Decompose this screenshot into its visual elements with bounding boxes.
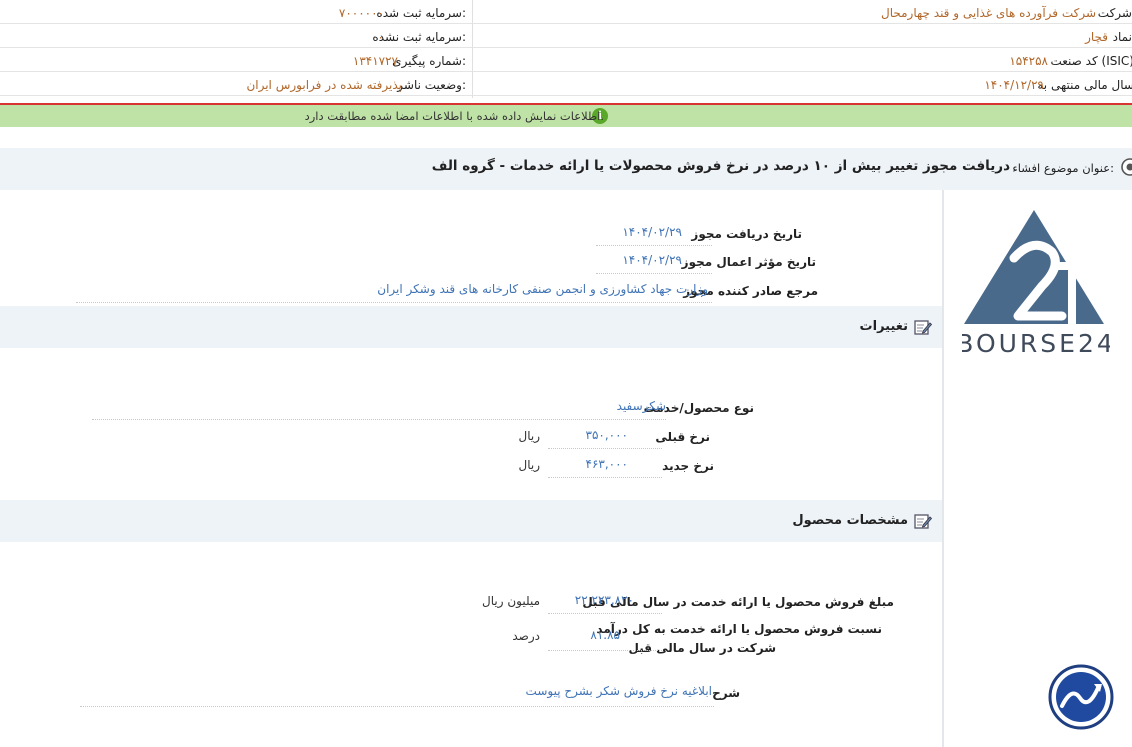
isic-value: ۱۵۴۲۵۸ — [1009, 54, 1048, 68]
fiscal-label: سال مالی منتهی به: — [1037, 78, 1132, 92]
symbol-label: نماد: — [1112, 30, 1132, 44]
edit-icon — [914, 320, 932, 335]
effective-date-value: ۱۴۰۴/۰۲/۲۹ — [622, 253, 682, 267]
effective-date-label: تاریخ مؤثر اعمال مجوز — [681, 255, 816, 269]
new-rate-label: نرخ جدید — [662, 459, 714, 473]
status-label: وضعیت ناشر: — [397, 78, 466, 92]
sales-unit: میلیون ریال — [482, 594, 540, 608]
field-underline — [92, 419, 666, 420]
edit-icon — [914, 514, 932, 529]
company-value[interactable]: شرکت فرآورده های غذایی و قند چهارمحال — [881, 6, 1096, 20]
tracking-label: شماره پیگیری: — [392, 54, 466, 68]
unreg-capital-value: ۰ — [377, 30, 384, 44]
verification-notice-text: اطلاعات نمایش داده شده با اطلاعات امضا ش… — [304, 109, 604, 123]
receive-date-value: ۱۴۰۴/۰۲/۲۹ — [622, 225, 682, 239]
capital-value: ۷۰۰۰۰۰۰ — [338, 6, 384, 20]
field-underline — [76, 302, 712, 303]
symbol-value[interactable]: قچار — [1085, 30, 1108, 44]
changes-title: تغییرات — [859, 319, 908, 334]
field-underline — [548, 477, 662, 478]
status-value: پذیرفته شده در فرابورس ایران — [246, 78, 402, 92]
tracking-value: ۱۳۴۱۷۲۷ — [352, 54, 398, 68]
subject-title: دریافت مجوز تغییر بیش از ۱۰ درصد در نرخ … — [431, 158, 1010, 174]
receive-date-label: تاریخ دریافت مجوز — [691, 227, 802, 241]
specs-title: مشخصات محصول — [792, 513, 908, 528]
header-row-4 — [0, 72, 1132, 96]
isic-label: کد صنعت (ISIC): — [1050, 54, 1132, 68]
header-divider — [472, 0, 473, 98]
company-label: شرکت: — [1097, 6, 1132, 20]
description-value: ابلاغیه نرخ فروش شکر بشرح پیوست — [525, 684, 712, 698]
logo-text: BOURSE24 — [962, 329, 1110, 356]
fiscal-value: ۱۴۰۴/۱۲/۲۹ — [984, 78, 1044, 92]
old-rate-value: ۳۵۰,۰۰۰ — [585, 428, 629, 442]
old-rate-unit: ریال — [518, 429, 540, 443]
ratio-value: ۸۱.۸۵ — [590, 628, 620, 642]
product-type-value: شکرسفید — [616, 399, 666, 413]
issuer-value: وزارت جهاد کشاورزی و انجمن صنفی کارخانه … — [377, 282, 708, 296]
capital-label: سرمایه ثبت شده: — [376, 6, 466, 20]
field-underline — [548, 448, 662, 449]
bourse24-logo: BOURSE24 — [962, 210, 1110, 356]
subject-label: عنوان موضوع افشاء: — [1012, 161, 1114, 175]
field-underline — [548, 650, 662, 651]
new-rate-value: ۴۶۳,۰۰۰ — [585, 457, 629, 471]
header-row-2 — [0, 24, 1132, 48]
content-divider — [942, 190, 944, 747]
field-underline — [596, 245, 712, 246]
new-rate-unit: ریال — [518, 458, 540, 472]
changes-section-bar — [0, 306, 942, 348]
ratio-unit: درصد — [512, 629, 540, 643]
bullet-circle-icon — [1121, 158, 1132, 176]
description-label: شرح — [712, 686, 740, 700]
field-underline — [80, 706, 714, 707]
old-rate-label: نرخ قبلی — [655, 430, 710, 444]
field-underline — [548, 613, 662, 614]
unreg-capital-label: سرمایه ثبت نشده: — [372, 30, 466, 44]
header-row-3 — [0, 48, 1132, 72]
chart-badge-icon[interactable] — [1048, 664, 1114, 730]
sales-value: ۲۲,۲۲۳,۸۲۰ — [574, 593, 634, 607]
field-underline — [596, 273, 712, 274]
ratio-label-line1: نسبت فروش محصول یا ارائه خدمت به کل درآم… — [596, 622, 882, 636]
ratio-label-line2: شرکت در سال مالی قبل — [628, 641, 777, 655]
